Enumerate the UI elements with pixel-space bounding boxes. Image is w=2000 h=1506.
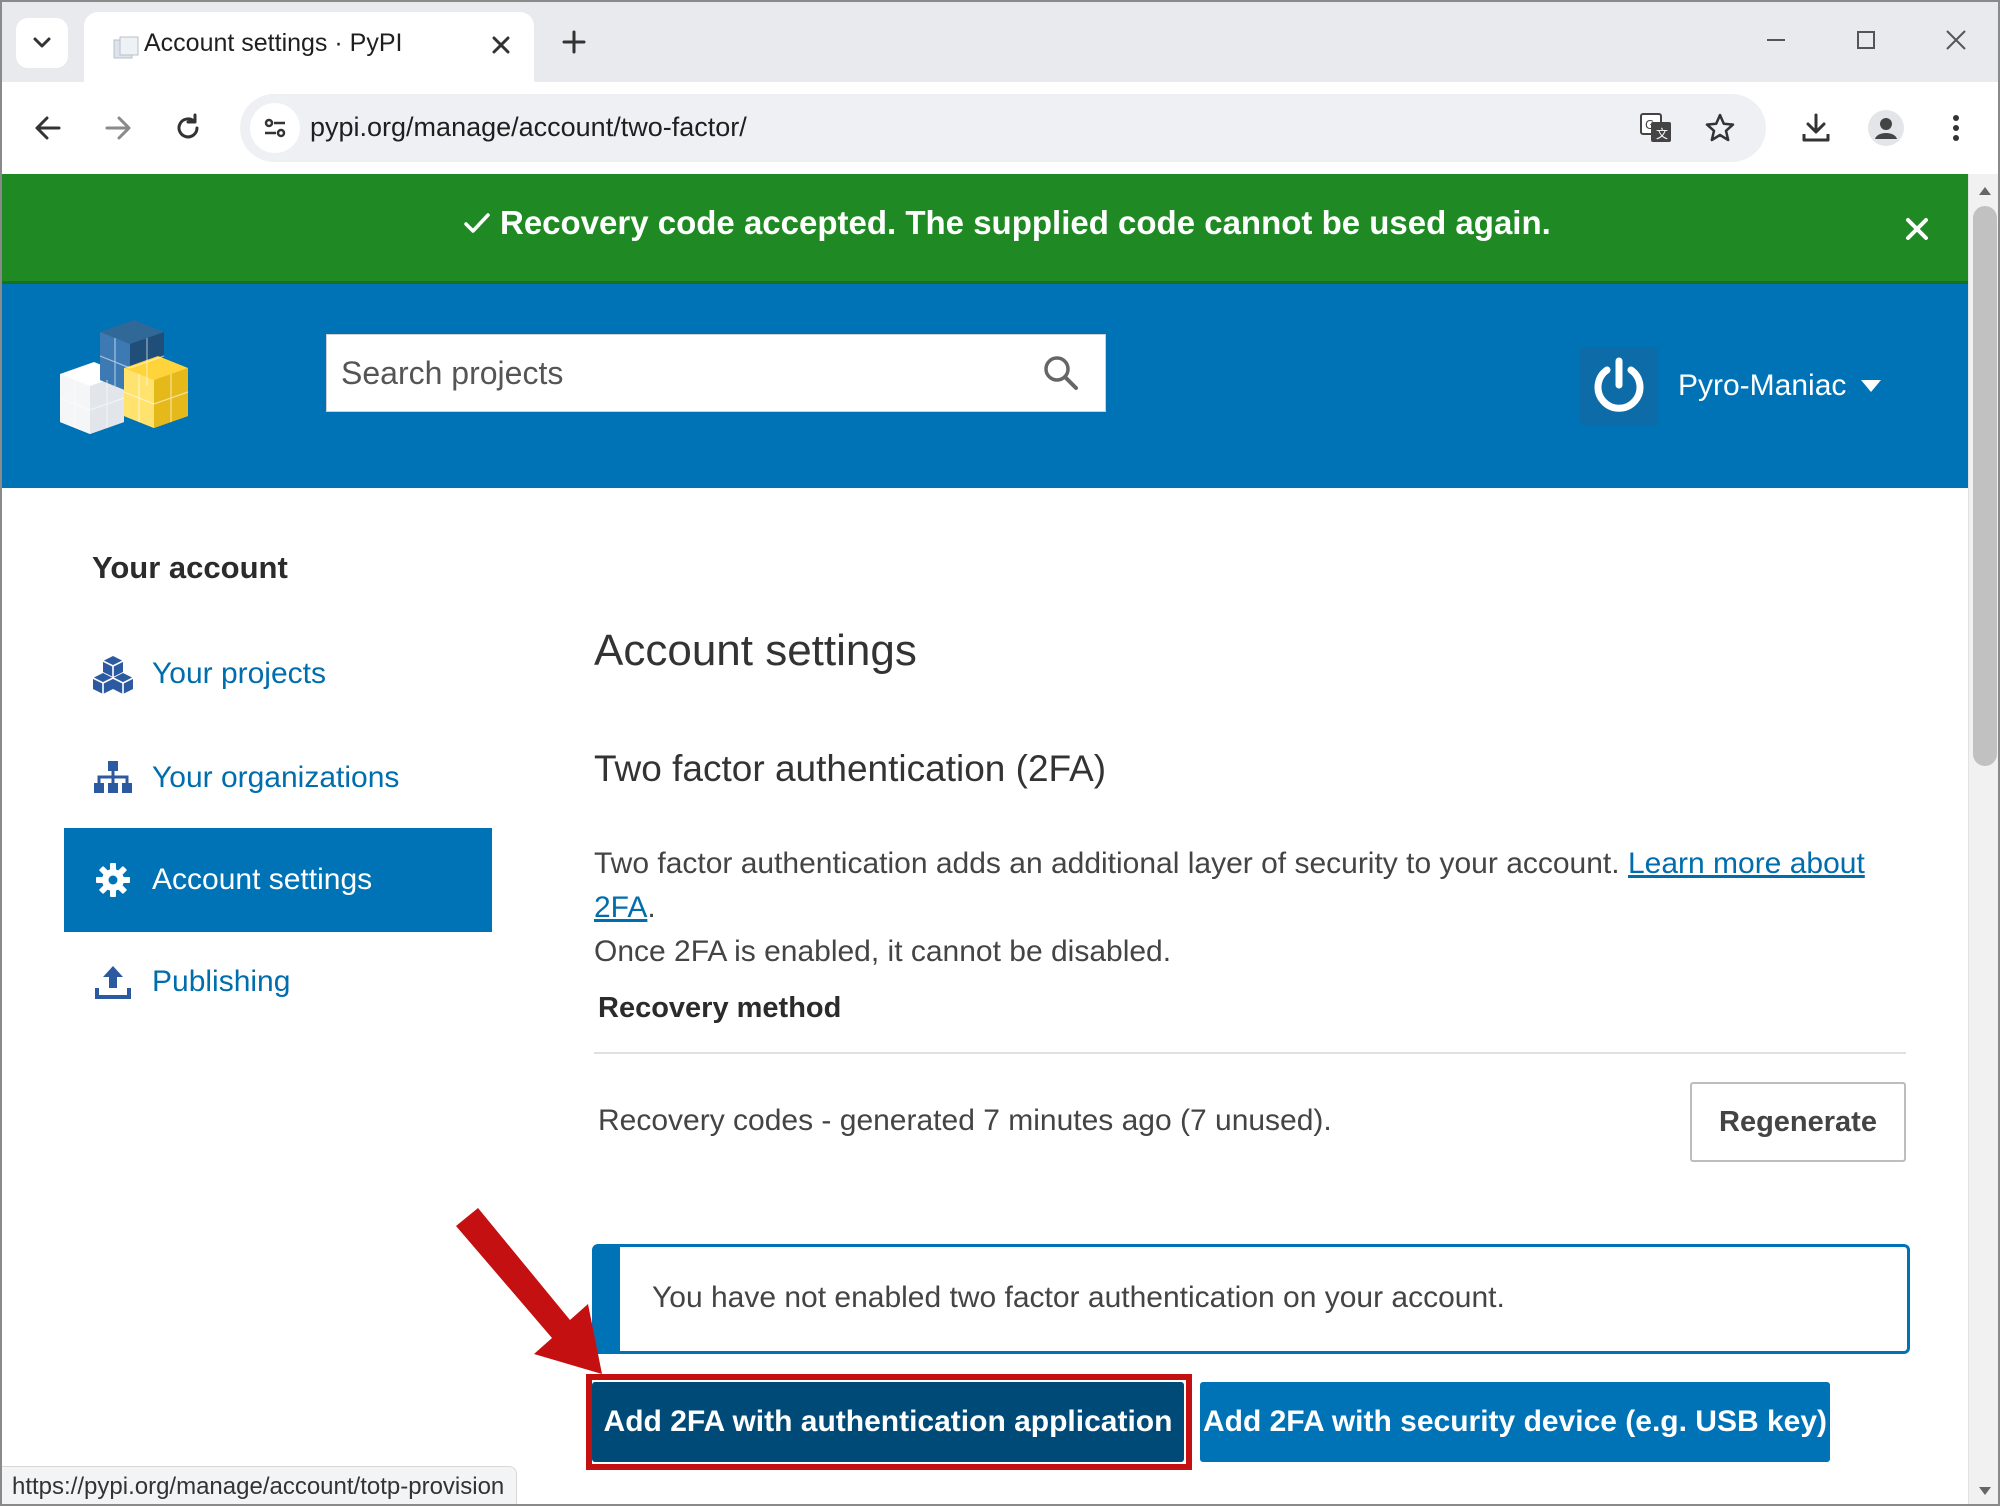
arrow-left-icon	[35, 116, 61, 140]
upload-icon	[92, 961, 134, 1003]
star-icon	[1705, 113, 1735, 142]
link-preview-status: https://pypi.org/manage/account/totp-pro…	[2, 1466, 518, 1504]
search-form	[326, 334, 1106, 412]
translate-button[interactable]: G文	[1634, 106, 1678, 150]
page-viewport: Recovery code accepted. The supplied cod…	[2, 174, 1968, 1504]
recovery-method-heading: Recovery method	[598, 992, 842, 1024]
twofa-description: Two factor authentication adds an additi…	[594, 847, 1865, 968]
downloads-button[interactable]	[1790, 102, 1842, 154]
pypi-favicon-icon	[113, 36, 139, 59]
more-vert-icon	[1953, 115, 1959, 141]
minimize-button[interactable]	[1756, 20, 1796, 60]
user-menu[interactable]: Pyro-Maniac	[1580, 346, 1882, 426]
scroll-down-button[interactable]	[1969, 1476, 1998, 1504]
site-info-button[interactable]	[250, 103, 300, 153]
close-icon	[1946, 30, 1966, 50]
pypi-logo-icon[interactable]	[60, 312, 194, 434]
close-icon	[1906, 218, 1928, 240]
sidebar-item-label: Publishing	[152, 965, 291, 998]
tune-icon	[264, 118, 286, 138]
browser-tab[interactable]: Account settings · PyPI	[84, 12, 534, 82]
power-icon	[1594, 357, 1644, 412]
sidebar-title: Your account	[92, 550, 288, 585]
dismiss-flash-button[interactable]	[1892, 204, 1942, 254]
sidebar-item-account-settings[interactable]: Account settings	[64, 828, 492, 932]
chevron-down-icon	[33, 37, 51, 48]
site-header: Pyro-Maniac	[2, 284, 1968, 488]
svg-text:G: G	[1645, 118, 1654, 132]
triangle-up-icon	[1979, 187, 1991, 195]
add-2fa-app-button[interactable]: Add 2FA with authentication application	[592, 1382, 1184, 1462]
profile-icon	[1868, 110, 1904, 146]
bookmark-button[interactable]	[1698, 106, 1742, 150]
back-button[interactable]	[22, 102, 74, 154]
add-2fa-device-button[interactable]: Add 2FA with security device (e.g. USB k…	[1200, 1382, 1830, 1462]
flash-message: Recovery code accepted. The supplied cod…	[2, 174, 1968, 284]
tab-strip: Account settings · PyPI	[2, 2, 1998, 82]
svg-text:文: 文	[1656, 126, 1668, 141]
sidebar-item-label: Your organizations	[152, 761, 400, 794]
page-scrollbar[interactable]	[1968, 174, 1998, 1504]
forward-button[interactable]	[92, 102, 144, 154]
reload-button[interactable]	[162, 102, 214, 154]
cubes-icon	[92, 653, 134, 695]
search-icon	[1044, 356, 1078, 390]
sidebar-item-publishing[interactable]: Publishing	[64, 930, 492, 1034]
flash-text: Recovery code accepted. The supplied cod…	[500, 204, 1551, 241]
browser-window: Account settings · PyPI pypi.org/manage/…	[0, 0, 2000, 1506]
maximize-icon	[1857, 31, 1875, 49]
plus-icon	[562, 30, 586, 54]
minimize-icon	[1767, 39, 1785, 41]
callout-text: You have not enabled two factor authenti…	[652, 1281, 1505, 1314]
recovery-codes-status: Recovery codes - generated 7 minutes ago…	[598, 1104, 1332, 1137]
gear-icon	[92, 859, 134, 901]
twofa-disabled-callout: You have not enabled two factor authenti…	[592, 1244, 1910, 1354]
regenerate-button[interactable]: Regenerate	[1690, 1082, 1906, 1162]
tab-search-button[interactable]	[16, 18, 68, 68]
sitemap-icon	[92, 757, 134, 799]
check-icon	[464, 213, 490, 233]
address-bar[interactable]: pypi.org/manage/account/two-factor/ G文	[240, 94, 1766, 162]
download-icon	[1802, 113, 1830, 142]
page-title: Account settings	[594, 626, 917, 675]
tab-close-button[interactable]	[484, 28, 518, 62]
translate-icon: G文	[1640, 113, 1671, 142]
close-icon	[492, 36, 510, 54]
sidebar-item-label: Your projects	[152, 657, 326, 690]
maximize-button[interactable]	[1846, 20, 1886, 60]
annotation-arrow-icon	[456, 1208, 602, 1374]
window-close-button[interactable]	[1936, 20, 1976, 60]
avatar	[1580, 347, 1658, 425]
scroll-up-button[interactable]	[1969, 176, 1998, 206]
profile-button[interactable]	[1860, 102, 1912, 154]
browser-menu-button[interactable]	[1930, 102, 1982, 154]
sidebar-item-your-organizations[interactable]: Your organizations	[64, 726, 492, 830]
divider	[594, 1052, 1906, 1054]
triangle-down-icon	[1979, 1487, 1991, 1495]
search-input[interactable]	[341, 335, 1021, 411]
new-tab-button[interactable]	[554, 20, 594, 64]
tab-title: Account settings · PyPI	[144, 29, 403, 57]
reload-icon	[177, 113, 199, 139]
section-title: Two factor authentication (2FA)	[594, 748, 1107, 789]
sidebar-item-your-projects[interactable]: Your projects	[64, 622, 492, 726]
sidebar-item-label: Account settings	[152, 863, 373, 896]
search-button[interactable]	[1033, 347, 1089, 399]
caret-down-icon	[1861, 380, 1882, 392]
url-text[interactable]: pypi.org/manage/account/two-factor/	[310, 112, 747, 143]
username: Pyro-Maniac	[1678, 369, 1847, 402]
arrow-right-icon	[105, 116, 131, 140]
browser-toolbar: pypi.org/manage/account/two-factor/ G文	[2, 82, 1998, 174]
scrollbar-thumb[interactable]	[1973, 206, 1997, 766]
